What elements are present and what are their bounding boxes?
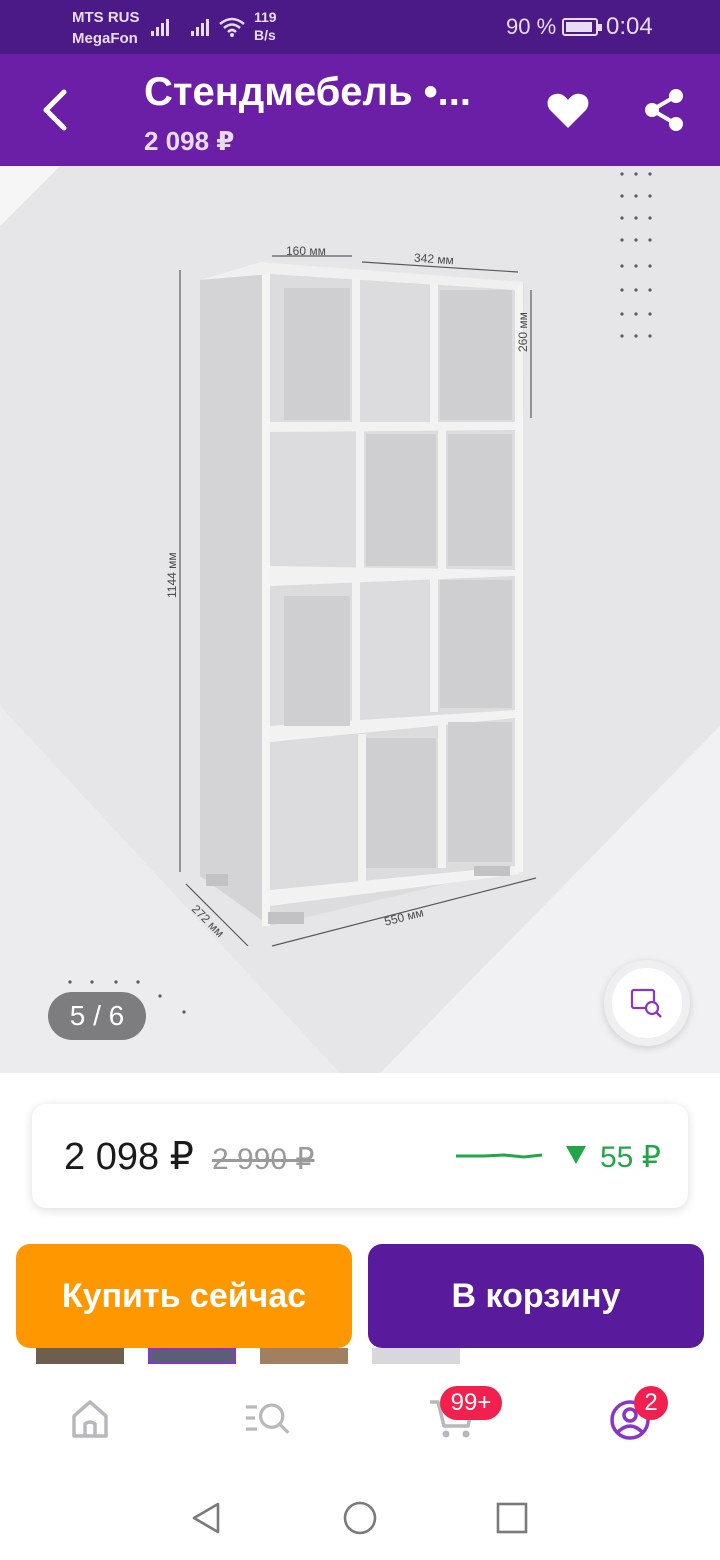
current-price: 2 098 ₽	[64, 1136, 194, 1178]
system-recents-icon[interactable]	[494, 1500, 530, 1536]
product-title: Стендмебель •...	[144, 70, 471, 114]
profile-badge: 2	[634, 1386, 668, 1420]
dim-total-height: 1144 мм	[165, 552, 179, 598]
price-drop-arrow-icon	[566, 1146, 586, 1164]
speed-unit: B/s	[254, 27, 276, 43]
carrier-1: MTS RUS	[72, 9, 140, 26]
product-image-gallery[interactable]: 160 мм 342 мм 260 мм 1144 мм 272 мм 550 …	[0, 166, 720, 1073]
home-icon[interactable]	[66, 1394, 114, 1442]
catalog-search-icon[interactable]	[244, 1394, 292, 1442]
carrier-2: MegaFon	[72, 30, 138, 47]
bottom-nav: 99+ 2	[0, 1364, 720, 1474]
image-search-icon	[630, 988, 662, 1018]
thumbnail-strip[interactable]	[0, 1348, 720, 1364]
app-header: Стендмебель •... 2 098 ₽	[0, 54, 720, 166]
thumbnail[interactable]	[372, 1348, 460, 1364]
dim-shelf-height: 260 мм	[516, 312, 530, 352]
shelf-image	[0, 166, 720, 1073]
dim-width-left: 160 мм	[286, 244, 326, 258]
system-home-icon[interactable]	[342, 1500, 378, 1536]
wifi-icon	[219, 17, 245, 37]
add-to-cart-button[interactable]: В корзину	[368, 1244, 704, 1348]
carrier-info: MTS RUS MegaFon	[72, 7, 140, 49]
old-price: 2 990 ₽	[212, 1143, 315, 1176]
share-icon[interactable]	[640, 86, 688, 134]
clock: 0:04	[606, 13, 653, 40]
price-trend-line[interactable]	[454, 1144, 544, 1164]
status-bar: MTS RUS MegaFon 119 B/s 90 % 0:04	[0, 0, 720, 54]
header-price: 2 098 ₽	[144, 126, 235, 156]
thumbnail[interactable]	[36, 1348, 124, 1364]
network-speed: 119 B/s	[254, 8, 277, 44]
dim-width-right: 342 мм	[413, 250, 455, 268]
price-drop-amount: 55 ₽	[600, 1141, 661, 1174]
system-back-icon[interactable]	[188, 1500, 224, 1536]
signal-icon	[151, 19, 169, 36]
thumbnail[interactable]	[148, 1348, 236, 1364]
speed-value: 119	[254, 9, 277, 25]
image-counter: 5 / 6	[48, 992, 146, 1040]
product-page: MTS RUS MegaFon 119 B/s 90 % 0:04 Стендм…	[0, 0, 720, 1560]
cart-badge: 99+	[440, 1386, 502, 1420]
signal-icon-2	[191, 19, 209, 36]
buy-now-button[interactable]: Купить сейчас	[16, 1244, 352, 1348]
battery-percent: 90 %	[506, 14, 557, 39]
favorite-heart-icon[interactable]	[544, 86, 592, 134]
thumbnail[interactable]	[260, 1348, 348, 1364]
battery-icon	[562, 18, 602, 36]
price-card: 2 098 ₽ 2 990 ₽ 55 ₽	[32, 1104, 688, 1208]
image-search-button[interactable]	[604, 960, 690, 1046]
system-navigation	[0, 1474, 720, 1560]
back-arrow-icon[interactable]	[34, 84, 78, 136]
